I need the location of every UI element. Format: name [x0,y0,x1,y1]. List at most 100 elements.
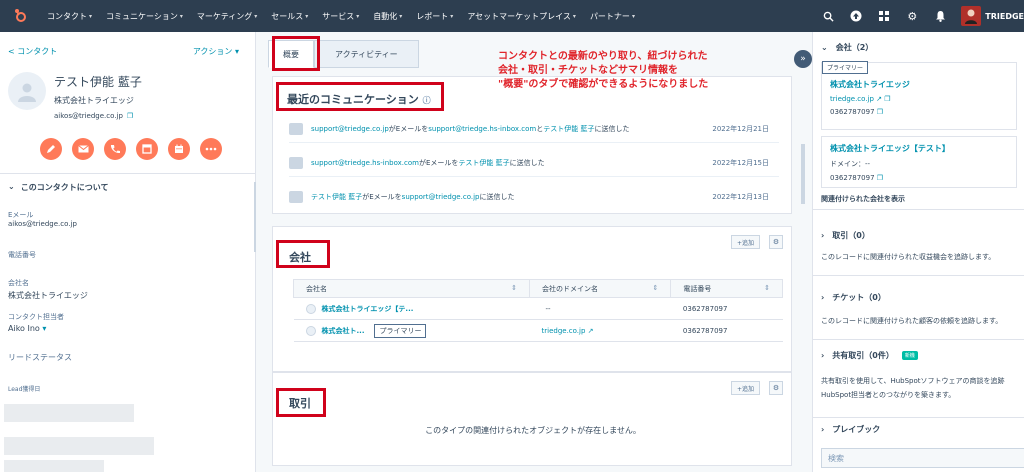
call-button[interactable] [104,138,126,160]
prop-email[interactable]: Eメール aikos@triedge.co.jp [8,210,77,228]
more-button[interactable] [200,138,222,160]
copy-icon[interactable]: ❐ [877,108,883,116]
company-phone: 0362787097 [830,174,875,182]
copy-icon[interactable]: ❐ [127,112,133,120]
email-icon [289,156,303,169]
prop-company[interactable]: 会社名 株式会社トライエッジ [8,278,88,301]
column-header-phone[interactable]: 電話番号 ⇕ [670,279,783,298]
prop-label: Eメール [8,211,34,219]
communication-row[interactable]: テスト伊能 藍子がEメールをsupport@triedge.co.jpに送信した… [289,183,779,211]
table-row[interactable]: 株式会社トライエッジ【テ... -- 0362787097 [293,297,783,320]
communication-date: 2022年12月13日 [712,193,769,201]
gear-icon[interactable]: ⚙ [905,9,919,23]
chevron-down-icon: ⌄ [8,182,15,191]
settings-icon[interactable]: ⚙ [769,235,783,249]
shared-deals-description: HubSpot担当者とのつながりを築きます。 [821,391,956,399]
company-phone: 0362787097 [670,319,783,342]
email-button[interactable] [72,138,94,160]
company-link[interactable]: 株式会社トライエッジ【テスト】 [830,143,1008,154]
companies-section-toggle[interactable]: ⌄ 会社（2） [821,42,873,53]
contact-avatar [8,72,46,110]
redacted-block [4,437,154,455]
company-link[interactable]: 株式会社ト... [322,327,365,335]
account-menu[interactable]: TRIEDGE [961,6,1024,26]
about-section-title: このコンタクトについて [20,183,109,192]
communication-row[interactable]: support@triedge.hs-inbox.comがEメールをテスト伊能 … [289,149,779,177]
main-scrollbar[interactable] [800,142,806,470]
company-phone: 0362787097 [830,108,875,116]
left-scrollbar[interactable] [254,182,256,252]
prop-lead-date[interactable]: Lead獲得日 [8,384,40,393]
back-to-contacts-link[interactable]: < コンタクト [8,46,57,57]
prop-label: Lead獲得日 [8,386,41,393]
company-table: 会社名 ⇕ 会社のドメイン名 ⇕ 電話番号 ⇕ 株式会社トライエッジ【テ... -- … [293,279,783,342]
settings-icon[interactable]: ⚙ [769,381,783,395]
contact-company: 株式会社トライエッジ [54,96,134,105]
expand-sidebar-button[interactable]: » [794,50,812,68]
actions-dropdown[interactable]: アクション ▾ [193,46,239,57]
companies-section: ⌄ 会社（2） プライマリー 株式会社トライエッジ triedge.co.jp ↗… [813,32,1024,210]
nav-automation[interactable]: 自動化 ▾ [366,11,409,22]
chevron-right-icon: › [821,231,825,240]
deals-section-toggle[interactable]: › 取引（0） [821,230,870,241]
company-domain-link[interactable]: triedge.co.jp [830,95,874,103]
nav-marketing[interactable]: マーケティング ▾ [190,11,264,22]
playbook-search-input[interactable]: 検索 [821,448,1024,468]
view-associated-companies-link[interactable]: 関連付けられた会社を表示 [821,194,905,204]
add-deal-button[interactable]: +追加 [731,381,761,395]
company-icon [305,303,316,314]
playbooks-section-toggle[interactable]: › プレイブック [821,424,880,435]
prop-label: 会社名 [8,279,29,287]
nav-asset-marketplace[interactable]: アセットマーケットプレイス ▾ [460,11,583,22]
company-summary-card[interactable]: プライマリー 株式会社トライエッジ triedge.co.jp ↗ ❐ 0362… [821,61,1017,130]
company-link[interactable]: 株式会社トライエッジ【テ... [322,305,414,313]
hubspot-logo[interactable] [0,0,40,32]
prop-owner[interactable]: コンタクト担当者 Aiko Ino ▾ [8,312,64,333]
prop-lead-status[interactable]: リードステータス [8,352,72,363]
company-domain-link[interactable]: triedge.co.jp [542,327,586,335]
communication-row[interactable]: support@triedge.co.jpがEメールをsupport@tried… [289,115,779,143]
meeting-button[interactable] [168,138,190,160]
contact-email: aikos@triedge.co.jp [54,112,123,120]
tickets-description: このレコードに関連付けられた顧客の依頼を追跡します。 [821,317,1003,325]
email-icon [289,122,303,135]
nav-reports[interactable]: レポート ▾ [409,11,460,22]
copy-icon[interactable]: ❐ [877,174,883,182]
deals-section: › 取引（0） このレコードに関連付けられた収益機会を追跡します。 [813,222,1024,276]
column-header-domain[interactable]: 会社のドメイン名 ⇕ [528,279,672,298]
note-button[interactable] [40,138,62,160]
annotation-box-company [276,240,330,268]
contact-sidebar: < コンタクト アクション ▾ テスト伊能 藍子 株式会社トライエッジ aiko… [0,32,256,472]
contact-name[interactable]: テスト伊能 藍子 [54,73,142,90]
task-button[interactable] [136,138,158,160]
company-link[interactable]: 株式会社トライエッジ [830,79,1008,90]
redacted-block [4,460,104,472]
search-icon[interactable] [821,9,835,23]
marketplace-icon[interactable] [877,9,891,23]
nav-conversations[interactable]: コミュニケーション ▾ [99,11,190,22]
about-section-toggle[interactable]: ⌄ このコンタクトについて [8,182,108,193]
external-link-icon: ↗ [587,326,594,335]
shared-deals-section-toggle[interactable]: › 共有取引（0件） 新機 [821,350,918,361]
prop-phone[interactable]: 電話番号 [8,250,36,260]
primary-badge: プライマリー [374,323,427,338]
table-row[interactable]: 株式会社ト... プライマリー triedge.co.jp ↗ 036278709… [293,319,783,342]
nav-partner[interactable]: パートナー ▾ [583,11,642,22]
upgrade-icon[interactable] [849,9,863,23]
tab-activity[interactable]: アクティビティー [314,40,419,68]
chevron-right-icon: › [821,293,825,302]
owner-select[interactable]: Aiko Ino ▾ [8,324,64,333]
nav-service[interactable]: サービス ▾ [315,11,366,22]
prop-value: aikos@triedge.co.jp [8,220,77,228]
bell-icon[interactable] [933,9,947,23]
prop-label: リードステータス [8,353,72,362]
nav-sales[interactable]: セールス ▾ [264,11,315,22]
annotation-box-comms [276,82,444,111]
company-summary-card[interactable]: 株式会社トライエッジ【テスト】 ドメイン：-- 0362787097 ❐ [821,136,1017,188]
contact-header: < コンタクト アクション ▾ テスト伊能 藍子 株式会社トライエッジ aiko… [0,32,255,174]
add-company-button[interactable]: +追加 [731,235,761,249]
company-icon [305,325,316,336]
nav-contacts[interactable]: コンタクト ▾ [40,11,99,22]
tickets-section-toggle[interactable]: › チケット（0） [821,292,886,303]
column-header-company[interactable]: 会社名 ⇕ [293,279,530,298]
